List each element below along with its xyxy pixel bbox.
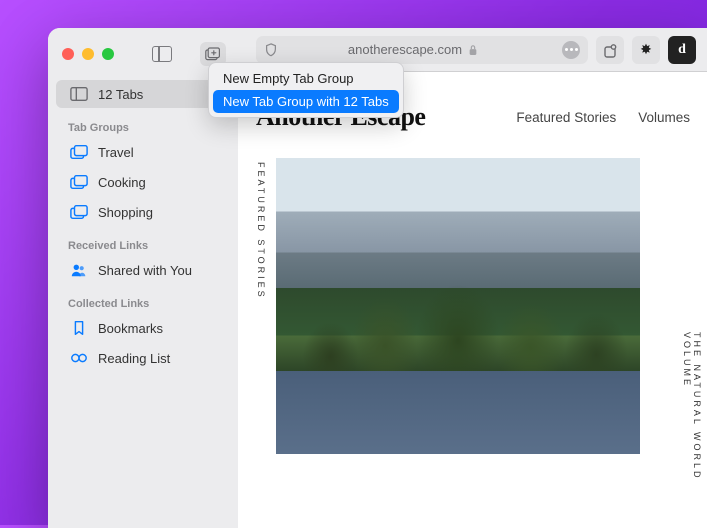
sidebar-item-label: Travel — [98, 145, 134, 160]
menu-new-empty-tab-group[interactable]: New Empty Tab Group — [213, 67, 399, 90]
sidebar-toggle-icon[interactable] — [152, 46, 172, 62]
sidebar-item-label: Bookmarks — [98, 321, 163, 336]
close-window-button[interactable] — [62, 48, 74, 60]
webpage-content: Another Escape Featured Stories Volumes … — [238, 72, 707, 528]
vertical-label-right: THE NATURAL WORLD VOLUME — [682, 332, 702, 528]
hero-section: FEATURED STORIES — [238, 158, 707, 454]
extension-sun-button[interactable]: ✸ — [632, 36, 660, 64]
sidebar-group-shopping[interactable]: Shopping — [56, 198, 230, 226]
bookmark-icon — [70, 320, 88, 336]
hero-image[interactable] — [276, 158, 640, 454]
sidebar-reading-list[interactable]: Reading List — [56, 344, 230, 372]
shared-people-icon — [70, 262, 88, 278]
sidebar-item-label: Shopping — [98, 205, 153, 220]
sun-icon: ✸ — [640, 41, 652, 58]
minimize-window-button[interactable] — [82, 48, 94, 60]
d-icon: d — [678, 42, 686, 58]
tab-group-icon — [70, 204, 88, 220]
site-settings-icon[interactable] — [562, 41, 580, 59]
tab-group-icon — [70, 144, 88, 160]
site-nav: Featured Stories Volumes — [516, 110, 690, 125]
sidebar-group-cooking[interactable]: Cooking — [56, 168, 230, 196]
section-header-received-links: Received Links — [48, 228, 238, 256]
tab-group-icon — [70, 174, 88, 190]
sidebar-tabs-row[interactable]: 12 Tabs — [56, 80, 230, 108]
sidebar-item-label: Shared with You — [98, 263, 192, 278]
sidebar-item-label: Cooking — [98, 175, 146, 190]
address-domain: anotherescape.com — [270, 42, 556, 57]
extension-share-button[interactable] — [596, 36, 624, 64]
reading-list-icon — [70, 350, 88, 366]
section-header-collected-links: Collected Links — [48, 286, 238, 314]
maximize-window-button[interactable] — [102, 48, 114, 60]
new-tab-group-menu: New Empty Tab Group New Tab Group with 1… — [208, 62, 404, 118]
sidebar-tabs-label: 12 Tabs — [98, 87, 143, 102]
tab-group-plus-icon — [205, 47, 221, 61]
tabs-icon — [70, 86, 88, 102]
sharesheet-icon — [603, 42, 617, 58]
sidebar-group-travel[interactable]: Travel — [56, 138, 230, 166]
lock-icon — [468, 44, 478, 56]
sidebar-bookmarks[interactable]: Bookmarks — [56, 314, 230, 342]
sidebar-shared-with-you[interactable]: Shared with You — [56, 256, 230, 284]
vertical-label-left: FEATURED STORIES — [256, 158, 266, 300]
menu-new-tab-group-with-tabs[interactable]: New Tab Group with 12 Tabs — [213, 90, 399, 113]
nav-volumes[interactable]: Volumes — [638, 110, 690, 125]
address-bar[interactable]: anotherescape.com — [256, 36, 588, 64]
extension-d-button[interactable]: d — [668, 36, 696, 64]
nav-featured-stories[interactable]: Featured Stories — [516, 110, 616, 125]
sidebar-item-label: Reading List — [98, 351, 170, 366]
